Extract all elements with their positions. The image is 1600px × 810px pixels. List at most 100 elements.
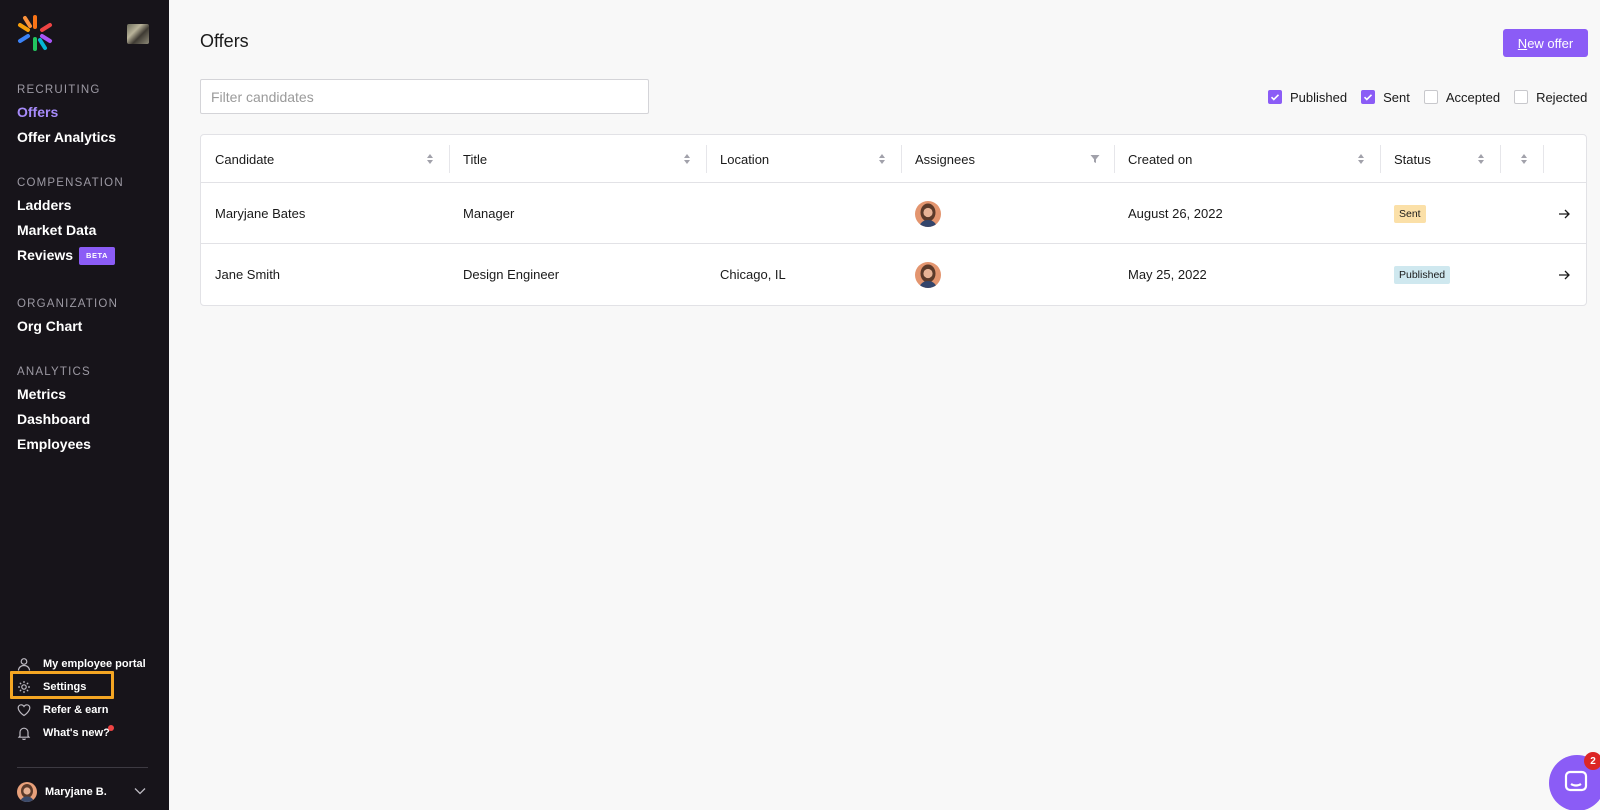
- user-name: Maryjane B.: [45, 786, 107, 798]
- button-accesskey: N: [1517, 35, 1528, 51]
- user-icon: [17, 657, 31, 671]
- new-offer-button[interactable]: New offer: [1503, 29, 1588, 57]
- filter-label: Rejected: [1536, 89, 1588, 105]
- column-header-extra[interactable]: [1500, 135, 1543, 183]
- settings-link[interactable]: Settings: [17, 675, 157, 698]
- arrow-right-icon[interactable]: [1557, 207, 1571, 221]
- filter-published[interactable]: Published: [1268, 90, 1347, 105]
- cell-open[interactable]: [1557, 244, 1571, 305]
- cell-created-on: May 25, 2022: [1128, 267, 1207, 282]
- whats-new-link[interactable]: What's new?: [17, 721, 157, 744]
- nav-item-market-data[interactable]: Market Data: [17, 218, 124, 243]
- column-header-candidate[interactable]: Candidate: [201, 135, 449, 183]
- checkbox-published[interactable]: [1268, 90, 1282, 104]
- table-header: Candidate Title Location Assignees Creat…: [201, 135, 1586, 183]
- nav-item-ladders[interactable]: Ladders: [17, 193, 124, 218]
- filter-label: Accepted: [1445, 89, 1501, 105]
- filter-label: Published: [1290, 89, 1348, 105]
- nav-item-offers[interactable]: Offers: [17, 100, 116, 125]
- organization-image[interactable]: [127, 24, 149, 44]
- status-filter-group: Published Sent Accepted Rejected: [1268, 88, 1587, 106]
- cell-candidate: Jane Smith: [215, 267, 281, 282]
- column-header-status[interactable]: Status: [1380, 135, 1500, 183]
- column-label: Status: [1394, 151, 1431, 167]
- avatar[interactable]: [915, 261, 941, 288]
- filter-accepted[interactable]: Accepted: [1423, 89, 1501, 105]
- sidebar-footer-links: My employee portal Settings Refer & earn…: [17, 652, 157, 744]
- cell-assignees: [915, 183, 941, 244]
- column-header-assignees[interactable]: Assignees: [901, 135, 1114, 183]
- sort-icon: [1478, 154, 1484, 164]
- filter-sent[interactable]: Sent: [1361, 90, 1410, 105]
- checkbox-sent[interactable]: [1361, 90, 1376, 104]
- column-label: Assignees: [915, 151, 975, 167]
- app-logo-icon[interactable]: [16, 14, 54, 52]
- arrow-right-icon[interactable]: [1557, 268, 1571, 282]
- nav-section-organization: Organization Org Chart: [17, 294, 118, 339]
- cell-title: Design Engineer: [463, 267, 560, 282]
- column-header-location[interactable]: Location: [706, 135, 901, 183]
- nav-item-label: Reviews: [17, 247, 74, 263]
- column-label: Created on: [1128, 151, 1193, 167]
- chat-icon: [1564, 770, 1588, 792]
- nav-item-org-chart[interactable]: Org Chart: [17, 314, 118, 339]
- sort-icon: [1358, 154, 1364, 164]
- sort-icon: [427, 154, 433, 164]
- cell-title: Manager: [463, 206, 515, 221]
- chat-unread-badge: 2: [1584, 752, 1600, 770]
- checkbox-accepted[interactable]: [1423, 90, 1438, 104]
- nav-item-reviews[interactable]: Reviews BETA: [17, 243, 124, 268]
- nav-item-offer-analytics[interactable]: Offer Analytics: [17, 125, 116, 150]
- cell-status: Sent: [1394, 183, 1426, 244]
- column-divider: [1543, 145, 1544, 173]
- cell-created-on: August 26, 2022: [1128, 206, 1223, 221]
- cell-assignees: [915, 244, 941, 305]
- link-label: Refer & earn: [43, 703, 109, 716]
- nav-section-compensation: Compensation Ladders Market Data Reviews…: [17, 173, 124, 268]
- table-row[interactable]: Jane Smith Design Engineer Chicago, IL M…: [201, 244, 1586, 305]
- sidebar: Recruiting Offers Offer Analytics Compen…: [0, 0, 169, 810]
- avatar[interactable]: [915, 200, 941, 227]
- chevron-down-icon: [134, 788, 146, 795]
- cell-open[interactable]: [1557, 183, 1571, 244]
- nav-section-recruiting: Recruiting Offers Offer Analytics: [17, 80, 116, 150]
- column-label: Candidate: [215, 151, 275, 167]
- filter-rejected[interactable]: Rejected: [1514, 90, 1587, 105]
- user-menu[interactable]: Maryjane B.: [17, 781, 147, 803]
- status-badge: Published: [1394, 265, 1451, 284]
- nav-heading: Organization: [17, 298, 119, 310]
- bell-icon: [17, 727, 31, 740]
- page-title: Offers: [200, 31, 249, 51]
- check-icon: [1270, 94, 1280, 101]
- column-header-title[interactable]: Title: [449, 135, 706, 183]
- beta-badge: BETA: [79, 246, 115, 265]
- filter-candidates-input[interactable]: [200, 79, 649, 114]
- check-icon: [1364, 94, 1373, 101]
- nav-heading: Compensation: [17, 177, 124, 189]
- refer-and-earn-link[interactable]: Refer & earn: [17, 698, 157, 721]
- nav-item-metrics[interactable]: Metrics: [17, 382, 91, 407]
- link-label: Settings: [43, 680, 87, 693]
- heart-icon: [17, 703, 31, 716]
- sort-icon: [879, 154, 885, 164]
- offers-table: Candidate Title Location Assignees Creat…: [200, 134, 1587, 306]
- nav-item-employees[interactable]: Employees: [17, 432, 91, 457]
- filter-icon[interactable]: [1090, 154, 1100, 164]
- link-label: What's new?: [43, 726, 110, 739]
- nav-heading: Recruiting: [17, 84, 101, 96]
- nav-item-dashboard[interactable]: Dashboard: [17, 407, 91, 432]
- gear-icon: [18, 680, 30, 693]
- column-label: Title: [463, 151, 488, 167]
- checkbox-rejected[interactable]: [1514, 90, 1529, 104]
- nav-section-analytics: Analytics Metrics Dashboard Employees: [17, 362, 91, 457]
- filter-label: Sent: [1383, 89, 1410, 105]
- sort-icon: [684, 154, 690, 164]
- link-label: My employee portal: [43, 657, 146, 670]
- table-row[interactable]: Maryjane Bates Manager August 26, 2022 S…: [201, 183, 1586, 244]
- column-header-created-on[interactable]: Created on: [1114, 135, 1380, 183]
- cell-status: Published: [1394, 244, 1451, 305]
- my-employee-portal-link[interactable]: My employee portal: [17, 652, 157, 675]
- column-label: Location: [720, 151, 770, 167]
- notification-dot: [108, 725, 114, 731]
- cell-candidate: Maryjane Bates: [215, 206, 306, 221]
